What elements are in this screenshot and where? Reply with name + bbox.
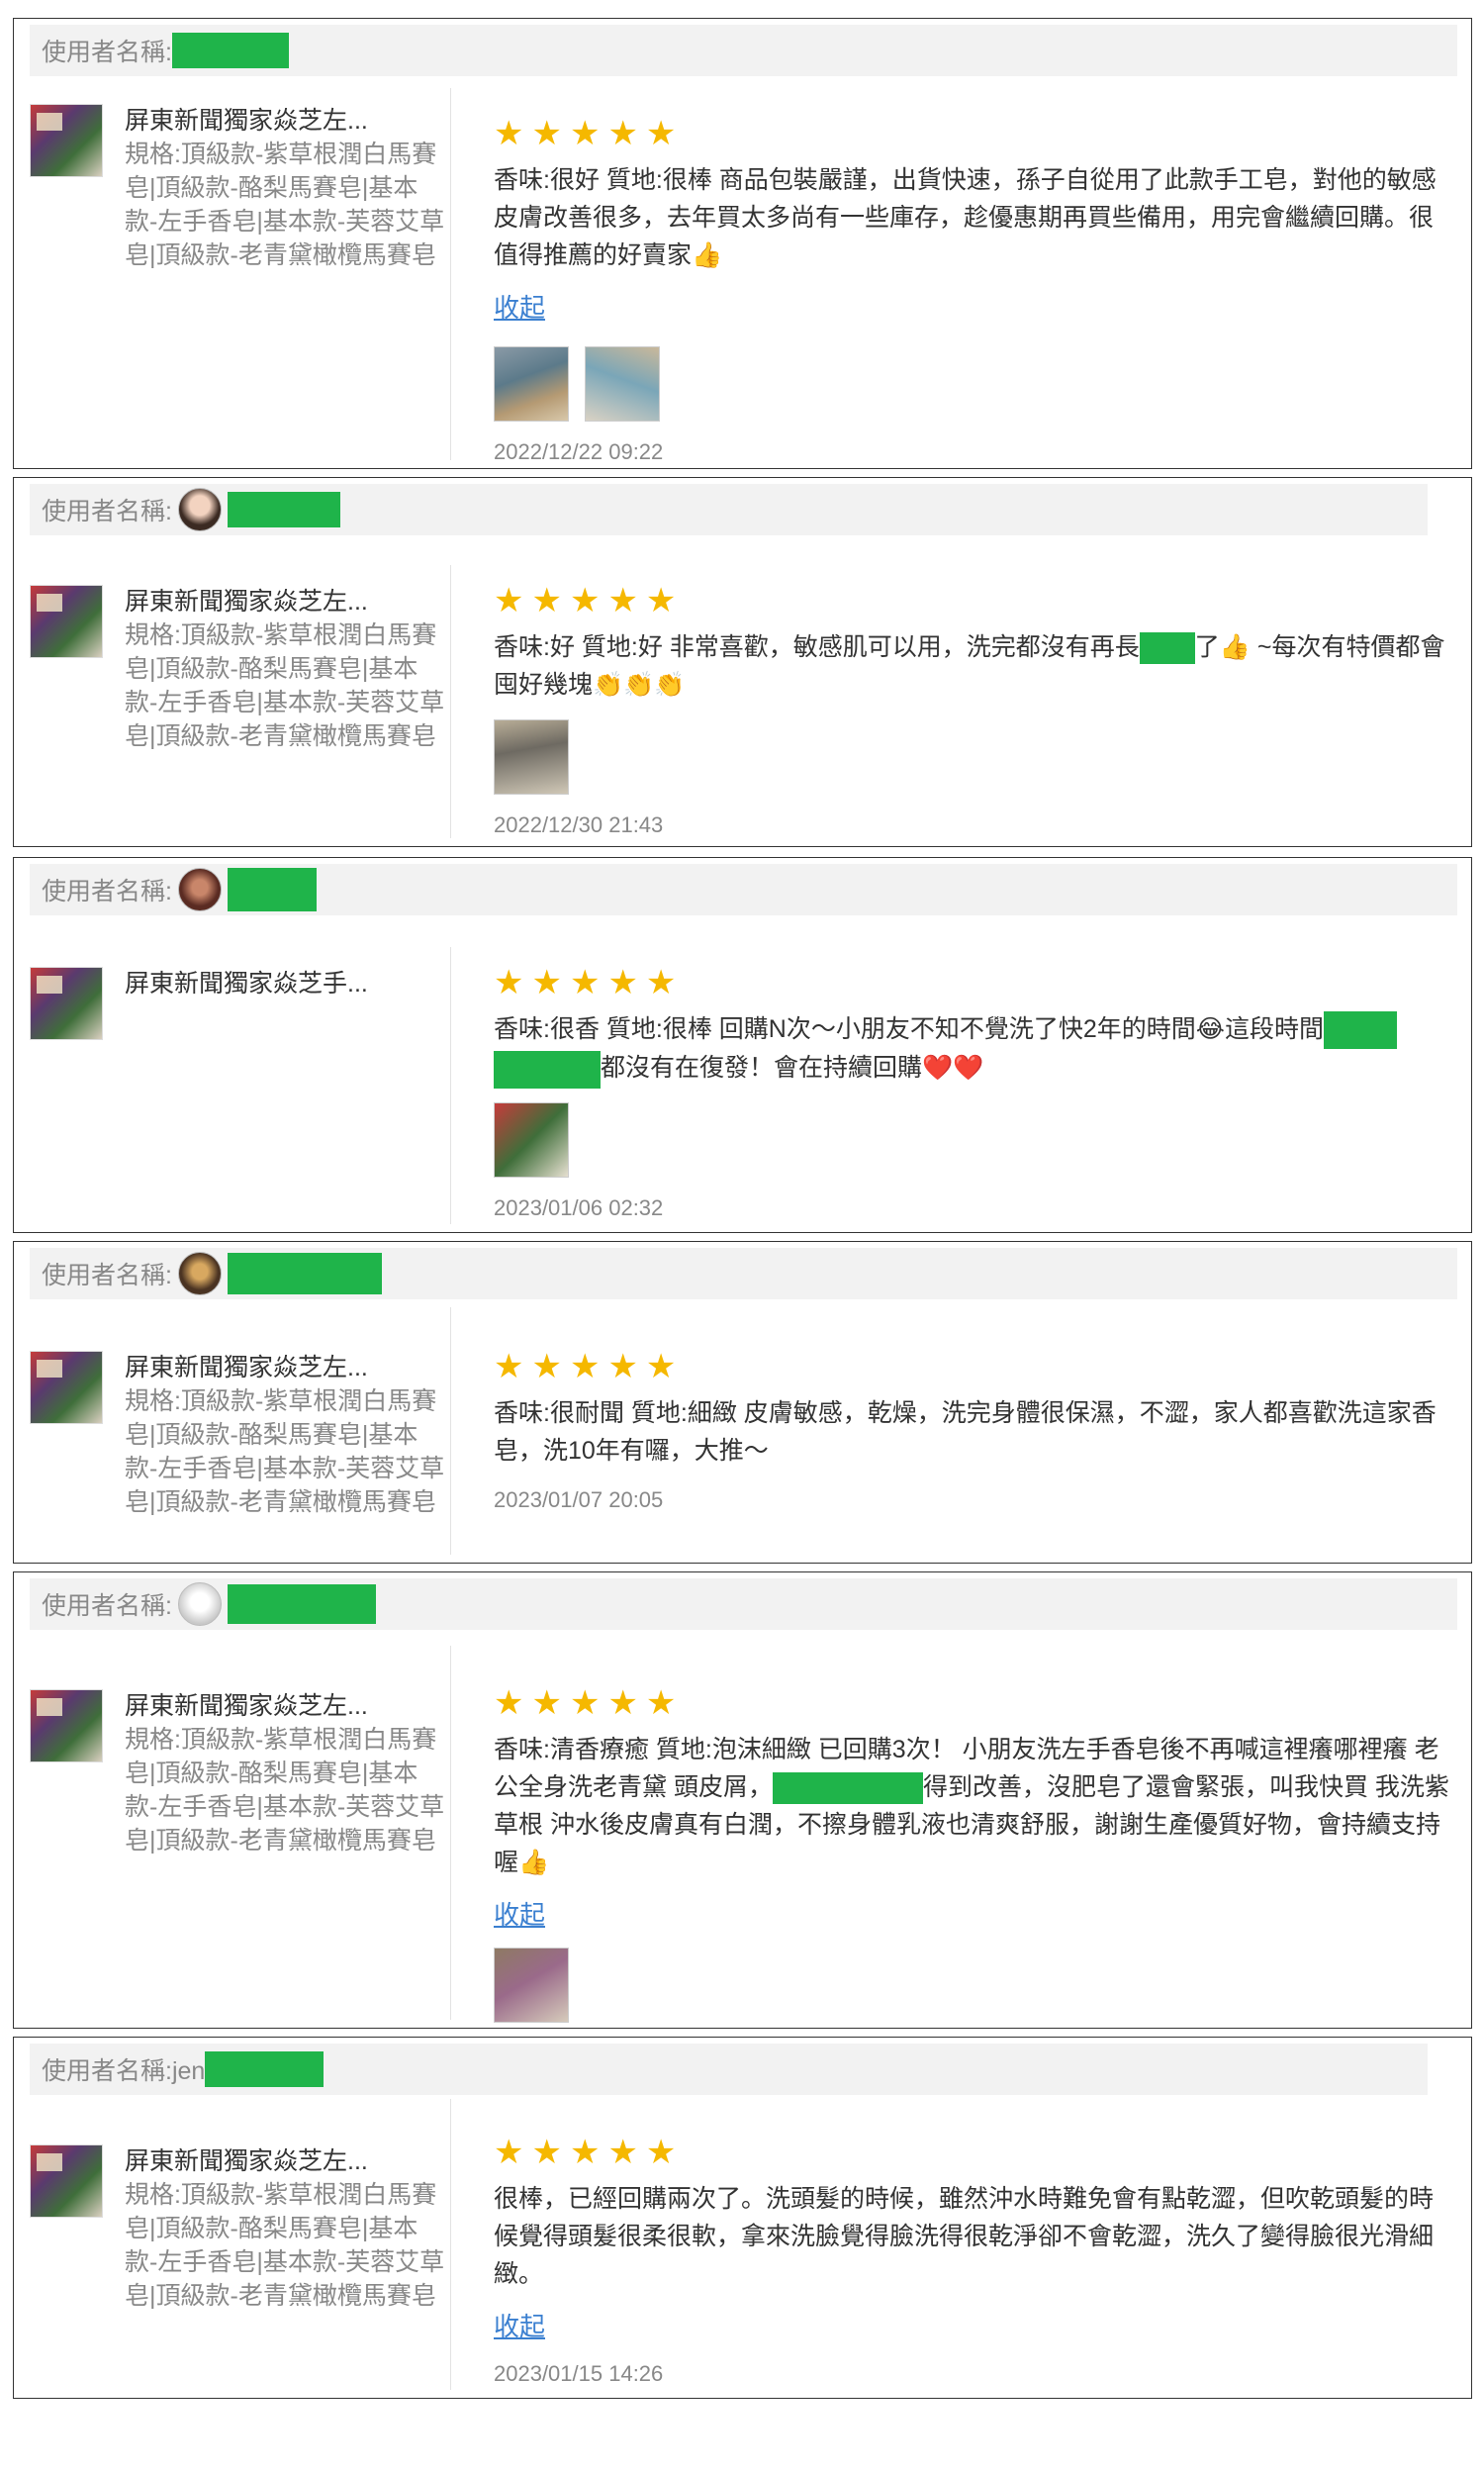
redacted-username (227, 492, 340, 527)
product-spec: 規格:頂級款-紫草根潤白馬賽皂|頂級款-酪梨馬賽皂|基本款-左手香皂|基本款-芙… (125, 141, 445, 269)
column-divider (450, 2099, 451, 2390)
product-name[interactable]: 屏東新聞獨家焱芝手... (125, 967, 368, 1000)
avatar (177, 868, 222, 911)
product-thumbnail[interactable] (30, 585, 103, 658)
review-header: 使用者名稱: (30, 484, 1428, 535)
redacted-text (772, 1772, 923, 1805)
review-body: ★★★★★ 香味:很耐聞 質地:細緻 皮膚敏感，乾燥，洗完身體很保濕，不澀，家人… (494, 1347, 1449, 1513)
review-content-part: 香味:好 質地:好 非常喜歡，敏感肌可以用，洗完都沒有再長 (494, 633, 1140, 661)
username-label: 使用者名稱:jen (42, 2057, 206, 2085)
column-divider (450, 1307, 451, 1555)
product-info[interactable]: 屏東新聞獨家焱芝手... (30, 967, 445, 1040)
review-content-part: 都沒有在復發！會在持續回購❤️❤️ (601, 1054, 984, 1083)
product-info[interactable]: 屏東新聞獨家焱芝左... 規格:頂級款-紫草根潤白馬賽皂|頂級款-酪梨馬賽皂|基… (30, 585, 445, 753)
product-spec: 規格:頂級款-紫草根潤白馬賽皂|頂級款-酪梨馬賽皂|基本款-左手香皂|基本款-芙… (125, 2181, 445, 2310)
review-timestamp: 2023/01/15 14:26 (494, 2361, 664, 2386)
redacted-text (1323, 1011, 1397, 1050)
review-content: 香味:很耐聞 質地:細緻 皮膚敏感，乾燥，洗完身體很保濕，不澀，家人都喜歡洗這家… (494, 1399, 1437, 1465)
review-body: ★★★★★ 香味:好 質地:好 非常喜歡，敏感肌可以用，洗完都沒有再長 了👍 ~每… (494, 581, 1449, 838)
avatar (177, 488, 222, 531)
product-thumbnail[interactable] (30, 1689, 103, 1762)
product-info[interactable]: 屏東新聞獨家焱芝左... 規格:頂級款-紫草根潤白馬賽皂|頂級款-酪梨馬賽皂|基… (30, 104, 445, 272)
username-label: 使用者名稱: (42, 1592, 172, 1620)
review-body: ★★★★★ 很棒，已經回購兩次了。洗頭髮的時候，雖然沖水時難免會有點乾澀，但吹乾… (494, 2133, 1449, 2387)
username-label: 使用者名稱: (42, 498, 172, 525)
username-label: 使用者名稱: (42, 39, 172, 66)
star-rating: ★★★★★ (494, 582, 685, 619)
review-header: 使用者名稱: (30, 1248, 1457, 1299)
username-label: 使用者名稱: (42, 1262, 172, 1289)
column-divider (450, 88, 451, 460)
review-header: 使用者名稱: (30, 1578, 1457, 1630)
review-content: 很棒，已經回購兩次了。洗頭髮的時候，雖然沖水時難免會有點乾澀，但吹乾頭髮的時候覺… (494, 2185, 1435, 2288)
review-content: 香味:好 質地:好 非常喜歡，敏感肌可以用，洗完都沒有再長 了👍 ~每次有特價都會… (494, 628, 1449, 704)
review-content: 香味:很好 質地:很棒 商品包裝嚴謹，出貨快速，孫子自從用了此款手工皂，對他的敏… (494, 166, 1437, 269)
avatar (177, 1582, 222, 1626)
star-rating: ★★★★★ (494, 115, 685, 152)
review-photos (494, 1101, 1449, 1178)
star-rating: ★★★★★ (494, 1348, 685, 1385)
column-divider (450, 1646, 451, 2020)
collapse-link[interactable]: 收起 (494, 1895, 545, 1932)
product-spec: 規格:頂級款-紫草根潤白馬賽皂|頂級款-酪梨馬賽皂|基本款-左手香皂|基本款-芙… (125, 621, 445, 750)
review-photo[interactable] (494, 1101, 569, 1178)
product-name[interactable]: 屏東新聞獨家焱芝左... (125, 104, 445, 138)
product-info[interactable]: 屏東新聞獨家焱芝左... 規格:頂級款-紫草根潤白馬賽皂|頂級款-酪梨馬賽皂|基… (30, 2144, 445, 2313)
review-header: 使用者名稱:jen (30, 2044, 1428, 2095)
product-spec: 規格:頂級款-紫草根潤白馬賽皂|頂級款-酪梨馬賽皂|基本款-左手香皂|基本款-芙… (125, 1726, 445, 1855)
review-header: 使用者名稱: (30, 864, 1457, 915)
review-body: ★★★★★ 香味:清香療癒 質地:泡沫細緻 已回購3次！ 小朋友洗左手香皂後不再… (494, 1683, 1449, 2023)
redacted-username (227, 1253, 382, 1294)
redacted-text (1139, 632, 1195, 665)
redacted-username (227, 868, 317, 911)
review-photos (494, 1948, 1449, 2023)
product-name[interactable]: 屏東新聞獨家焱芝左... (125, 2144, 445, 2178)
product-name[interactable]: 屏東新聞獨家焱芝左... (125, 1689, 445, 1723)
star-rating: ★★★★★ (494, 964, 685, 1001)
redacted-text (494, 1050, 601, 1089)
review-card: 使用者名稱: 屏東新聞獨家焱芝左... 規格:頂級款-紫草根潤白馬賽皂|頂級款-… (13, 477, 1472, 847)
review-content-part: 香味:很香 質地:很棒 回購N次～小朋友不知不覺洗了快2年的時間😂這段時間 (494, 1015, 1324, 1043)
review-header: 使用者名稱: (30, 25, 1457, 76)
review-body: ★★★★★ 香味:很好 質地:很棒 商品包裝嚴謹，出貨快速，孫子自從用了此款手工… (494, 114, 1449, 465)
review-content: 香味:清香療癒 質地:泡沫細緻 已回購3次！ 小朋友洗左手香皂後不再喊這裡癢哪裡… (494, 1731, 1449, 1881)
review-card: 使用者名稱: 屏東新聞獨家焱芝左... 規格:頂級款-紫草根潤白馬賽皂|頂級款-… (13, 18, 1472, 469)
product-thumbnail[interactable] (30, 104, 103, 177)
redacted-username (205, 2051, 325, 2087)
collapse-link[interactable]: 收起 (494, 288, 545, 325)
star-rating: ★★★★★ (494, 2134, 685, 2171)
review-photos (494, 719, 1449, 795)
review-card: 使用者名稱:jen 屏東新聞獨家焱芝左... 規格:頂級款-紫草根潤白馬賽皂|頂… (13, 2037, 1472, 2399)
product-thumbnail[interactable] (30, 2144, 103, 2218)
product-name[interactable]: 屏東新聞獨家焱芝左... (125, 585, 445, 618)
review-photo[interactable] (494, 346, 569, 422)
review-body: ★★★★★ 香味:很香 質地:很棒 回購N次～小朋友不知不覺洗了快2年的時間😂這… (494, 963, 1449, 1221)
column-divider (450, 947, 451, 1224)
review-card: 使用者名稱: 屏東新聞獨家焱芝左... 規格:頂級款-紫草根潤白馬賽皂|頂級款-… (13, 1571, 1472, 2029)
collapse-link[interactable]: 收起 (494, 2307, 545, 2343)
product-spec: 規格:頂級款-紫草根潤白馬賽皂|頂級款-酪梨馬賽皂|基本款-左手香皂|基本款-芙… (125, 1387, 445, 1516)
review-photo[interactable] (494, 719, 569, 795)
product-info[interactable]: 屏東新聞獨家焱芝左... 規格:頂級款-紫草根潤白馬賽皂|頂級款-酪梨馬賽皂|基… (30, 1351, 445, 1519)
column-divider (450, 565, 451, 838)
product-thumbnail[interactable] (30, 967, 103, 1040)
review-timestamp: 2023/01/06 02:32 (494, 1194, 664, 1220)
product-name[interactable]: 屏東新聞獨家焱芝左... (125, 1351, 445, 1384)
star-rating: ★★★★★ (494, 1684, 685, 1722)
review-card: 使用者名稱: 屏東新聞獨家焱芝手... ★★★★★ 香味:很香 質地:很棒 回購… (13, 857, 1472, 1233)
review-photo[interactable] (585, 346, 660, 422)
review-card: 使用者名稱: 屏東新聞獨家焱芝左... 規格:頂級款-紫草根潤白馬賽皂|頂級款-… (13, 1241, 1472, 1564)
redacted-username (227, 1584, 376, 1624)
product-thumbnail[interactable] (30, 1351, 103, 1424)
review-timestamp: 2023/01/07 20:05 (494, 1487, 664, 1512)
username-label: 使用者名稱: (42, 878, 172, 905)
redacted-username (171, 33, 289, 68)
product-info[interactable]: 屏東新聞獨家焱芝左... 規格:頂級款-紫草根潤白馬賽皂|頂級款-酪梨馬賽皂|基… (30, 1689, 445, 1857)
review-timestamp: 2022/12/30 21:43 (494, 812, 664, 837)
review-photos (494, 346, 1449, 422)
review-content: 香味:很香 質地:很棒 回購N次～小朋友不知不覺洗了快2年的時間😂這段時間 都沒… (494, 1010, 1449, 1089)
avatar (177, 1252, 222, 1295)
review-photo[interactable] (494, 1948, 569, 2023)
review-timestamp: 2022/12/22 09:22 (494, 439, 664, 464)
